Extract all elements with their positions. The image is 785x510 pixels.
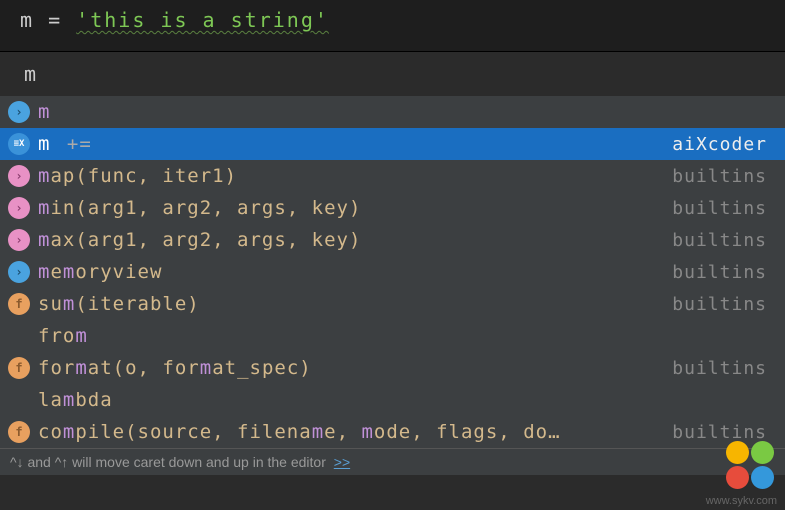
watermark-logo <box>725 440 775 490</box>
suggestion-label: memoryview <box>38 261 672 283</box>
completion-input[interactable]: m <box>0 52 785 96</box>
keyword-icon <box>8 389 30 411</box>
suggestion-item[interactable]: ≡X m +=aiXcoder <box>0 128 785 160</box>
suggestion-label: from <box>38 325 767 347</box>
suggestion-label: sum(iterable) <box>38 293 672 315</box>
class-icon: › <box>8 229 30 251</box>
keyword-icon <box>8 325 30 347</box>
suggestion-source: builtins <box>672 166 777 187</box>
suggestion-label: max(arg1, arg2, args, key) <box>38 229 672 251</box>
suggestion-source: builtins <box>672 358 777 379</box>
completion-input-text: m <box>24 62 38 86</box>
suggestion-source: builtins <box>672 198 777 219</box>
hint-bar: ^↓ and ^↑ will move caret down and up in… <box>0 448 785 475</box>
suggestion-item[interactable]: f format(o, format_spec)builtins <box>0 352 785 384</box>
token-variable: m <box>20 8 34 32</box>
suggestion-source: aiXcoder <box>672 134 777 155</box>
hint-text: ^↓ and ^↑ will move caret down and up in… <box>10 454 330 470</box>
suggestion-item[interactable]: f sum(iterable)builtins <box>0 288 785 320</box>
suggestion-label: m <box>38 101 767 123</box>
suggestion-source: builtins <box>672 294 777 315</box>
function-icon: f <box>8 421 30 443</box>
suggestion-item[interactable]: › map(func, iter1)builtins <box>0 160 785 192</box>
token-string: 'this is a string' <box>76 8 329 32</box>
suggestion-label: format(o, format_spec) <box>38 357 672 379</box>
suggestion-item[interactable]: › max(arg1, arg2, args, key)builtins <box>0 224 785 256</box>
watermark-url: www.sykv.com <box>706 495 777 507</box>
suggestion-item[interactable]: › memoryviewbuiltins <box>0 256 785 288</box>
suggestion-label: lambda <box>38 389 767 411</box>
class-icon: › <box>8 165 30 187</box>
suggestion-source: builtins <box>672 230 777 251</box>
class-icon: › <box>8 261 30 283</box>
class-icon: › <box>8 101 30 123</box>
suggestion-label: compile(source, filename, mode, flags, d… <box>38 421 672 443</box>
suggestion-item[interactable]: lambda <box>0 384 785 416</box>
suggestion-label: min(arg1, arg2, args, key) <box>38 197 672 219</box>
suggestion-item[interactable]: from <box>0 320 785 352</box>
ai-icon: ≡X <box>8 133 30 155</box>
function-icon: f <box>8 293 30 315</box>
suggestion-source: builtins <box>672 262 777 283</box>
suggestion-item[interactable]: › min(arg1, arg2, args, key)builtins <box>0 192 785 224</box>
hint-link[interactable]: >> <box>334 454 350 470</box>
suggestion-label: map(func, iter1) <box>38 165 672 187</box>
editor-area[interactable]: m = 'this is a string' <box>0 0 785 52</box>
suggestion-label: m += <box>38 133 672 155</box>
suggestion-item[interactable]: f compile(source, filename, mode, flags, … <box>0 416 785 448</box>
class-icon: › <box>8 197 30 219</box>
suggestion-list[interactable]: ›m≡Xm +=aiXcoder›map(func, iter1)builtin… <box>0 96 785 448</box>
suggestion-item[interactable]: ›m <box>0 96 785 128</box>
token-operator: = <box>34 8 76 32</box>
function-icon: f <box>8 357 30 379</box>
code-line: m = 'this is a string' <box>20 8 765 32</box>
